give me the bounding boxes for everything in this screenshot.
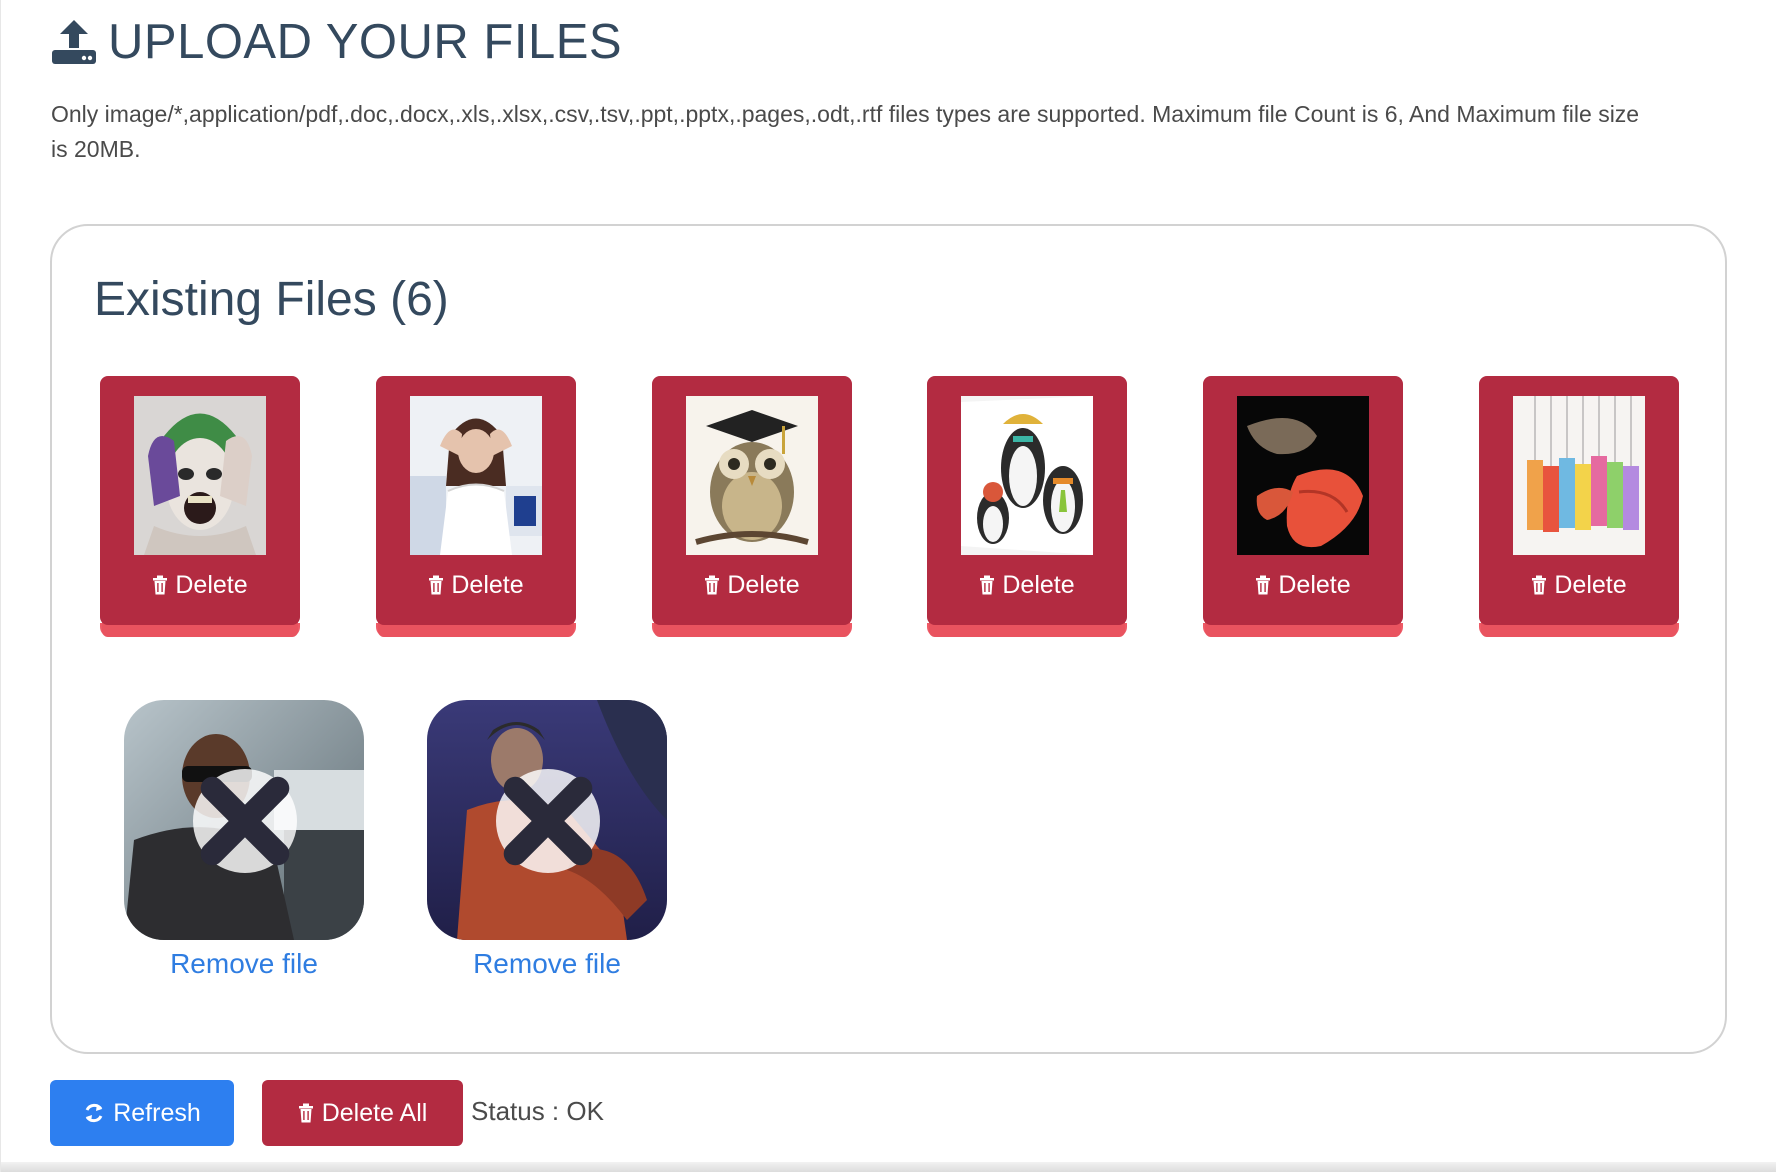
trash-icon [298, 1103, 313, 1123]
existing-files-panel: Existing Files (6) Delete Delete Delete … [50, 224, 1727, 1054]
delete-file-button[interactable]: Delete [100, 565, 300, 605]
remove-file-link[interactable]: Remove file [427, 948, 667, 980]
file-thumbnail [410, 396, 542, 555]
refresh-button[interactable]: Refresh [50, 1080, 234, 1146]
status-label: Status : [471, 1096, 567, 1126]
file-thumbnail [1513, 396, 1645, 555]
delete-all-label: Delete All [321, 1098, 428, 1127]
trash-icon [1532, 575, 1547, 595]
trash-icon [429, 575, 444, 595]
upload-description: Only image/*,application/pdf,.doc,.docx,… [51, 101, 1640, 162]
delete-label: Delete [1278, 570, 1351, 599]
status-value: OK [566, 1096, 604, 1126]
page-header: UPLOAD YOUR FILES [50, 14, 622, 70]
file-thumbnail [1237, 396, 1369, 555]
file-card: Delete [927, 376, 1127, 637]
delete-label: Delete [1554, 570, 1627, 599]
delete-label: Delete [175, 570, 248, 599]
existing-files-title: Existing Files (6) [94, 273, 449, 326]
delete-label: Delete [1002, 570, 1075, 599]
trash-icon [980, 575, 995, 595]
delete-label: Delete [727, 570, 800, 599]
delete-all-button[interactable]: Delete All [262, 1080, 463, 1146]
delete-file-button[interactable]: Delete [652, 565, 852, 605]
remove-file-icon[interactable] [496, 769, 600, 873]
file-thumbnail [686, 396, 818, 555]
file-thumbnail [134, 396, 266, 555]
delete-file-button[interactable]: Delete [927, 565, 1127, 605]
upload-icon [52, 20, 96, 64]
trash-icon [705, 575, 720, 595]
status-text: Status : OK [471, 1096, 604, 1127]
file-card: Delete [100, 376, 300, 637]
refresh-icon [85, 1103, 103, 1123]
file-card: Delete [652, 376, 852, 637]
trash-icon [1256, 575, 1271, 595]
page-title: UPLOAD YOUR FILES [108, 15, 623, 69]
file-card: Delete [1203, 376, 1403, 637]
upload-preview [427, 700, 667, 940]
delete-label: Delete [451, 570, 524, 599]
file-card: Delete [376, 376, 576, 637]
delete-file-button[interactable]: Delete [376, 565, 576, 605]
delete-file-button[interactable]: Delete [1203, 565, 1403, 605]
remove-file-icon[interactable] [193, 769, 297, 873]
refresh-label: Refresh [113, 1098, 201, 1127]
file-thumbnail [961, 396, 1093, 555]
trash-icon [153, 575, 168, 595]
delete-file-button[interactable]: Delete [1479, 565, 1679, 605]
file-card: Delete [1479, 376, 1679, 637]
upload-preview [124, 700, 364, 940]
remove-file-link[interactable]: Remove file [124, 948, 364, 980]
